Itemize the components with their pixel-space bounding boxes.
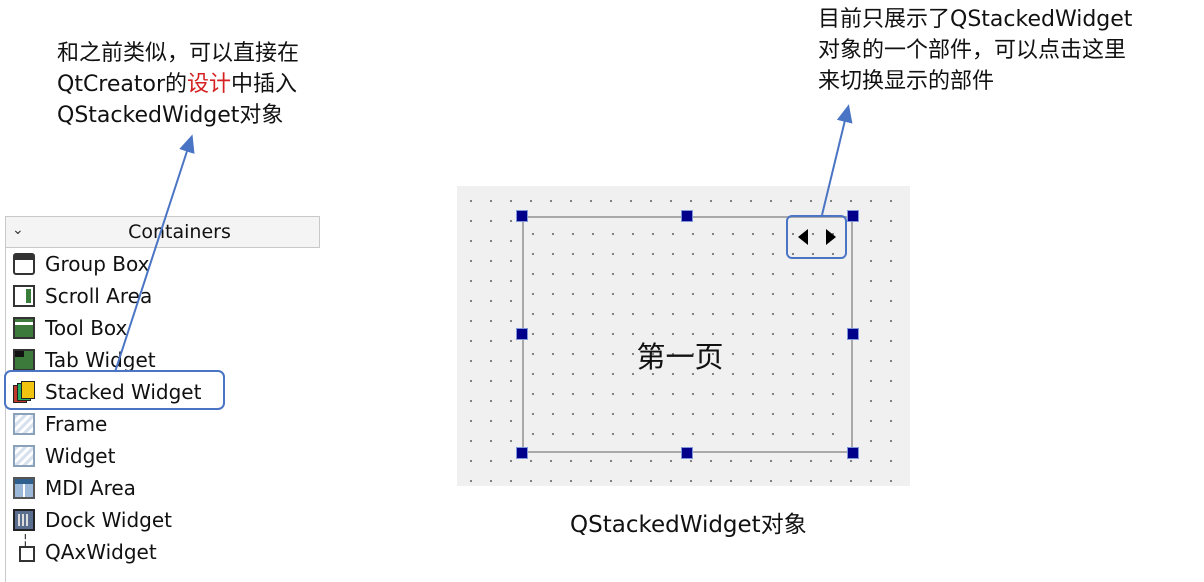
widget-item-label: Tool Box	[45, 316, 128, 340]
canvas-caption: QStackedWidget对象	[570, 512, 807, 538]
callout-right-line3: 来切换显示的部件	[818, 69, 995, 94]
widget-item-group-box[interactable]: Group Box	[6, 248, 320, 280]
callout-left-design-emphasis: 设计	[187, 72, 232, 97]
widget-item-label: Tab Widget	[45, 348, 156, 372]
resize-handle-bottom-right[interactable]	[847, 447, 859, 459]
current-page-label: 第一页	[636, 340, 724, 374]
scroll-area-icon	[13, 285, 35, 307]
resize-handle-top-right[interactable]	[847, 210, 859, 222]
resize-handle-bottom-left[interactable]	[516, 447, 528, 459]
dock-widget-icon	[13, 509, 35, 531]
callout-right-line2: 对象的一个部件，可以点击这里	[818, 38, 1127, 63]
callout-left-line2-post: 中插入	[231, 72, 298, 97]
widget-item-label: Widget	[45, 444, 116, 468]
resize-handle-right[interactable]	[847, 328, 859, 340]
callout-right: 目前只展示了QStackedWidget 对象的一个部件，可以点击这里 来切换显…	[818, 4, 1203, 97]
callout-left-line2: QtCreator的设计中插入	[57, 69, 387, 100]
widget-icon	[13, 445, 35, 467]
widget-item-qaxwidget[interactable]: QAxWidget	[6, 532, 320, 568]
callout-left-line1: 和之前类似，可以直接在	[57, 41, 300, 66]
mdi-area-icon	[13, 477, 35, 499]
widget-item-label: Frame	[45, 412, 108, 436]
widget-item-tool-box[interactable]: Tool Box	[6, 312, 320, 344]
widget-item-widget[interactable]: Widget	[6, 440, 320, 472]
resize-handle-top-left[interactable]	[516, 210, 528, 222]
qaxwidget-icon	[19, 532, 35, 562]
widget-item-mdi-area[interactable]: MDI Area	[6, 472, 320, 504]
containers-category-label: Containers	[128, 221, 231, 243]
widget-item-dock-widget[interactable]: Dock Widget	[6, 504, 320, 536]
widget-item-scroll-area[interactable]: Scroll Area	[6, 280, 320, 312]
widget-item-label: MDI Area	[45, 476, 136, 500]
callout-left-line3: QStackedWidget对象	[57, 103, 284, 128]
previous-page-arrow-icon[interactable]	[798, 229, 808, 245]
tool-box-icon	[13, 317, 35, 339]
callout-left-line2-pre: QtCreator的	[57, 72, 188, 97]
resize-handle-top[interactable]	[681, 210, 693, 222]
group-box-icon	[13, 253, 35, 275]
widget-item-label: QAxWidget	[45, 540, 157, 564]
widget-item-label: Scroll Area	[45, 284, 153, 308]
chevron-down-icon[interactable]: ⌄	[12, 222, 24, 238]
next-page-arrow-icon[interactable]	[826, 229, 836, 245]
page-switcher-highlight	[786, 215, 847, 259]
frame-icon	[13, 413, 35, 435]
widget-item-label: Dock Widget	[45, 508, 173, 532]
tab-widget-icon	[13, 349, 35, 371]
resize-handle-bottom[interactable]	[681, 447, 693, 459]
callout-right-line1: 目前只展示了QStackedWidget	[818, 7, 1133, 32]
containers-category-header[interactable]: ⌄ Containers	[6, 216, 320, 248]
resize-handle-left[interactable]	[516, 328, 528, 340]
widget-item-frame[interactable]: Frame	[6, 408, 320, 440]
widget-item-label: Group Box	[45, 252, 150, 276]
stacked-widget-highlight	[4, 370, 225, 410]
callout-left: 和之前类似，可以直接在 QtCreator的设计中插入 QStackedWidg…	[57, 38, 387, 131]
